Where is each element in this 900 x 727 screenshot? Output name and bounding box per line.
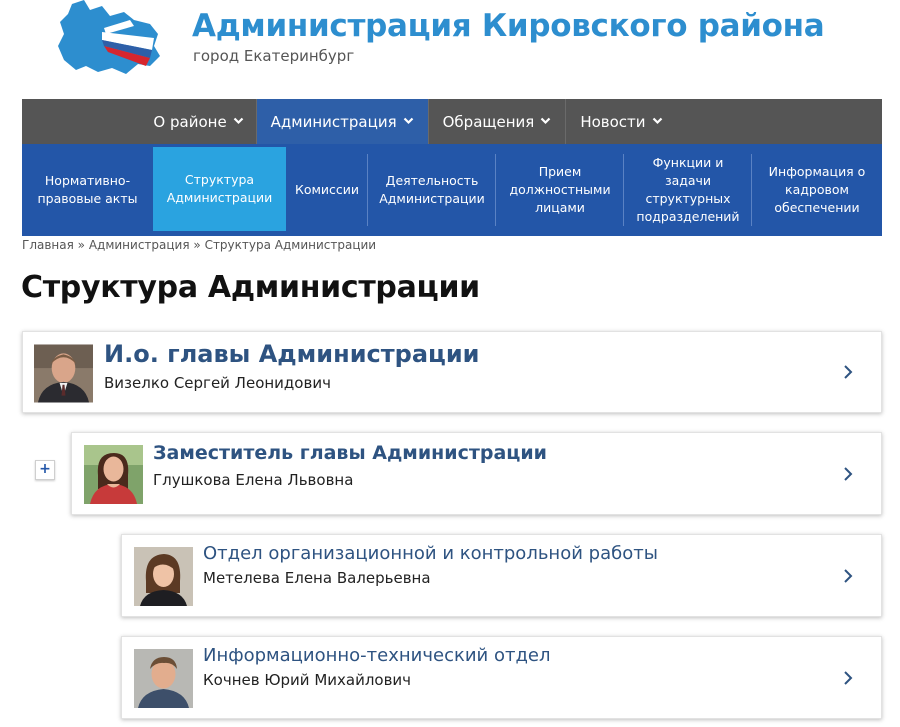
- subnav-item-commissions[interactable]: Комиссии: [286, 144, 368, 236]
- site-subtitle: город Екатеринбург: [193, 47, 355, 65]
- nav-item-news[interactable]: Новости: [566, 99, 762, 144]
- chevron-down-icon: [403, 115, 414, 126]
- card-title: И.о. главы Администрации: [104, 340, 480, 368]
- card-title: Информационно-технический отдел: [203, 645, 551, 666]
- nav-item-label: О районе: [153, 112, 227, 131]
- person-photo: [84, 445, 143, 504]
- subnav-item-regulations[interactable]: Нормативно-правовые акты: [22, 144, 153, 236]
- chevron-down-icon: [233, 115, 244, 126]
- breadcrumb-separator: »: [189, 238, 205, 252]
- nav-item-label: Администрация: [270, 112, 397, 131]
- subnav-item-functions[interactable]: Функции и задачи структурных подразделен…: [624, 144, 752, 236]
- subnav-item-label: Функции и задачи структурных подразделен…: [636, 155, 740, 224]
- breadcrumb-separator: »: [73, 238, 89, 252]
- chevron-right-icon: [843, 364, 853, 380]
- person-photo: [134, 649, 193, 708]
- chevron-right-icon: [843, 670, 853, 686]
- card-person-name: Визелко Сергей Леонидович: [104, 374, 331, 392]
- structure-card-org-dept[interactable]: Отдел организационной и контрольной рабо…: [121, 534, 882, 617]
- nav-item-administration[interactable]: Администрация: [256, 99, 429, 144]
- nav-item-about[interactable]: О районе: [142, 99, 257, 144]
- sub-nav: Нормативно-правовые акты Структура Админ…: [22, 144, 882, 236]
- breadcrumb-home-link[interactable]: Главная: [22, 238, 74, 252]
- subnav-item-label: Комиссии: [294, 182, 360, 197]
- expand-button[interactable]: +: [35, 460, 55, 480]
- subnav-item-label: Информация о кадровом обеспечении: [768, 164, 866, 215]
- district-logo[interactable]: [54, 0, 162, 76]
- card-title: Заместитель главы Администрации: [153, 442, 547, 464]
- subnav-item-structure[interactable]: Структура Администрации: [153, 147, 286, 231]
- person-photo: [134, 547, 193, 606]
- card-person-name: Кочнев Юрий Михайлович: [203, 671, 412, 689]
- card-person-name: Метелева Елена Валерьевна: [203, 569, 431, 587]
- chevron-down-icon: [652, 115, 663, 126]
- main-nav: О районе Администрация Обращения Новости: [22, 99, 882, 144]
- structure-card-deputy[interactable]: Заместитель главы Администрации Глушкова…: [71, 432, 882, 515]
- breadcrumb-current: Структура Администрации: [204, 238, 377, 252]
- subnav-item-label: Нормативно-правовые акты: [37, 173, 138, 206]
- nav-item-label: Обращения: [442, 112, 535, 131]
- person-photo: [34, 344, 94, 403]
- subnav-item-reception[interactable]: Прием должностными лицами: [496, 144, 624, 236]
- chevron-right-icon: [843, 466, 853, 482]
- subnav-item-staffing[interactable]: Информация о кадровом обеспечении: [752, 144, 882, 236]
- chevron-down-icon: [540, 115, 551, 126]
- card-title: Отдел организационной и контрольной рабо…: [203, 543, 658, 564]
- subnav-item-label: Структура Администрации: [166, 172, 273, 205]
- structure-card-it-dept[interactable]: Информационно-технический отдел Кочнев Ю…: [121, 636, 882, 719]
- site-header: Администрация Кировского района город Ек…: [0, 0, 900, 99]
- chevron-right-icon: [843, 568, 853, 584]
- breadcrumb-section-link[interactable]: Администрация: [89, 238, 190, 252]
- breadcrumb: Главная » Администрация » Структура Адми…: [22, 238, 376, 252]
- nav-item-label: Новости: [580, 112, 646, 131]
- subnav-item-label: Прием должностными лицами: [509, 164, 611, 215]
- structure-card-head[interactable]: И.о. главы Администрации Визелко Сергей …: [22, 331, 882, 413]
- subnav-item-label: Деятельность Администрации: [379, 173, 485, 206]
- site-title[interactable]: Администрация Кировского района: [192, 8, 825, 44]
- card-person-name: Глушкова Елена Львовна: [153, 471, 354, 489]
- nav-item-appeals[interactable]: Обращения: [429, 99, 567, 144]
- page-title: Структура Администрации: [21, 270, 480, 305]
- subnav-item-activity[interactable]: Деятельность Администрации: [368, 144, 496, 236]
